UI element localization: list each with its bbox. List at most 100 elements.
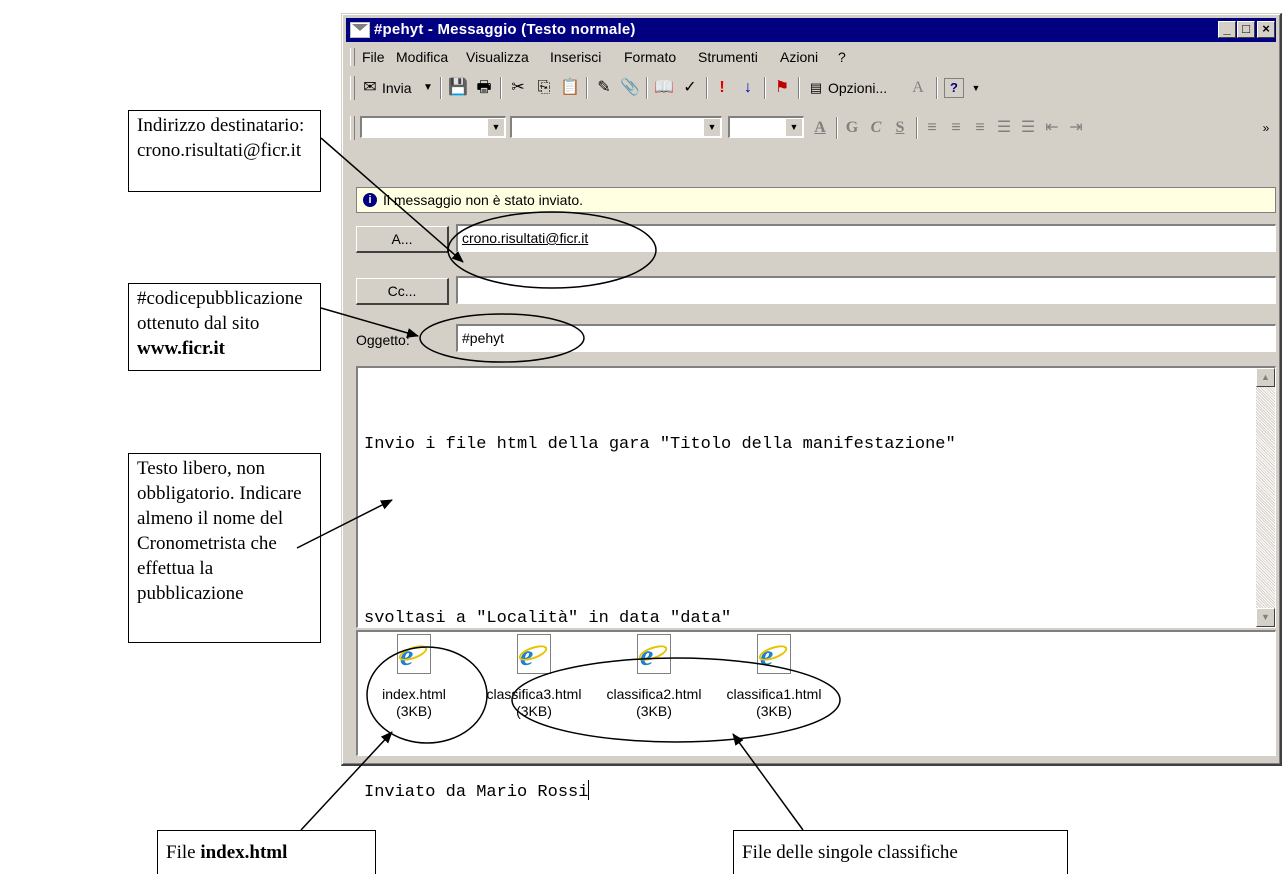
underline-button[interactable]: S (890, 118, 910, 138)
chevron-down-icon[interactable]: ▼ (488, 119, 504, 136)
menu-strumenti[interactable]: Strumenti (698, 49, 758, 65)
menu-azioni[interactable]: Azioni (780, 49, 818, 65)
chevron-down-icon[interactable]: ▼ (786, 119, 802, 136)
align-left-icon[interactable]: ≡ (922, 118, 942, 138)
toolbar-grip (350, 76, 355, 100)
font-combo[interactable]: ▼ (510, 116, 722, 138)
message-window: #pehyt - Messaggio (Testo normale) _ □ ×… (341, 13, 1282, 802)
ie-document-icon: e (636, 634, 671, 674)
freetext-annotation: Testo libero, non obbligatorio. Indicare… (128, 453, 321, 643)
font-color-icon[interactable]: A (810, 118, 830, 138)
menu-inserisci[interactable]: Inserisci (550, 49, 601, 65)
attachment-item[interactable]: e classifica1.html (3KB) (714, 634, 834, 720)
body-line: svoltasi a "Località" in data "data" (364, 609, 732, 628)
address-book-icon[interactable]: 📖 (654, 78, 674, 98)
scroll-up-icon[interactable]: ▲ (1256, 368, 1275, 387)
italic-button[interactable]: C (866, 118, 886, 138)
options-button[interactable]: Opzioni... (828, 80, 887, 96)
check-icon[interactable]: ✓ (680, 78, 700, 98)
to-button[interactable]: A... (356, 226, 449, 253)
window-title: #pehyt - Messaggio (Testo normale) (374, 21, 636, 38)
options-icon: ▤ (809, 80, 823, 95)
annotation-line: ottenuto dal sito (137, 313, 260, 334)
font-size-combo[interactable]: ▼ (728, 116, 804, 138)
send-button[interactable]: Invia (382, 80, 412, 96)
body-line (364, 517, 956, 546)
attach-icon[interactable]: 📎 (620, 78, 640, 98)
send-icon: ✉ (363, 79, 377, 96)
attachment-item[interactable]: e classifica2.html (3KB) (594, 634, 714, 720)
format-toolbar-grip (350, 116, 355, 140)
toolbar-separator (936, 77, 938, 99)
close-button[interactable]: × (1257, 21, 1275, 38)
maximize-button[interactable]: □ (1237, 21, 1255, 38)
annotation-line: almeno il nome del (137, 508, 284, 529)
menu-formato[interactable]: Formato (624, 49, 676, 65)
to-recipient[interactable]: crono.risultati@ficr.it (462, 230, 588, 246)
annotation-line: www.ficr.it (137, 338, 225, 359)
code-annotation: #codicepubblicazione ottenuto dal sito w… (128, 283, 321, 371)
subject-field[interactable]: #pehyt (456, 324, 1276, 352)
scroll-down-icon[interactable]: ▼ (1256, 608, 1275, 627)
toolbar-overflow-icon[interactable]: » (1256, 118, 1276, 138)
menu-help[interactable]: ? (838, 49, 846, 65)
copy-icon[interactable]: ⎘ (534, 78, 554, 98)
body-text[interactable]: Invio i file html della gara "Titolo del… (364, 372, 956, 865)
subject-label: Oggetto: (356, 332, 410, 348)
save-icon[interactable]: 💾 (448, 78, 468, 98)
align-right-icon[interactable]: ≡ (970, 118, 990, 138)
annotation-text: File (166, 842, 201, 863)
low-importance-icon[interactable]: ↓ (738, 78, 758, 98)
numbering-icon[interactable]: ☰ (1018, 118, 1038, 138)
help-dropdown-icon[interactable]: ▼ (966, 78, 986, 98)
attachment-item[interactable]: e classifica3.html (3KB) (474, 634, 594, 720)
to-field[interactable]: crono.risultati@ficr.it (456, 224, 1276, 252)
not-sent-infobar: i Il messaggio non è stato inviato. (356, 187, 1276, 213)
cut-icon[interactable]: ✂ (508, 78, 528, 98)
recipient-annotation: Indirizzo destinatario: crono.risultati@… (128, 110, 321, 192)
toolbar-separator (706, 77, 708, 99)
flag-icon[interactable]: ⚑ (772, 78, 792, 98)
minimize-button[interactable]: _ (1218, 21, 1236, 38)
attachment-size: (3KB) (516, 703, 552, 719)
font-size-icon[interactable]: A (908, 78, 928, 98)
attachment-item[interactable]: e index.html (3KB) (354, 634, 474, 720)
send-dropdown-icon[interactable]: ▼ (418, 78, 438, 98)
decrease-indent-icon[interactable]: ⇤ (1042, 118, 1062, 138)
print-icon[interactable]: 🖶 (474, 78, 494, 98)
chevron-down-icon[interactable]: ▼ (704, 119, 720, 136)
title-bar[interactable]: #pehyt - Messaggio (Testo normale) _ □ × (346, 18, 1276, 42)
annotation-line: Cronometrista che (137, 533, 277, 554)
cc-field[interactable] (456, 276, 1276, 304)
ie-document-icon: e (516, 634, 551, 674)
check-names-icon[interactable]: ✎ (594, 78, 614, 98)
toolbar-separator (836, 117, 838, 139)
standard-toolbar: ✉ Invia ▼ 💾 🖶 ✂ ⎘ 📋 ✎ 📎 📖 ✓ ! ↓ ⚑ ▤ Opzi… (348, 72, 1274, 104)
message-body[interactable]: Invio i file html della gara "Titolo del… (356, 366, 1276, 802)
infobar-text: Il messaggio non è stato inviato. (383, 192, 584, 208)
align-center-icon[interactable]: ≡ (946, 118, 966, 138)
paste-icon[interactable]: 📋 (560, 78, 580, 98)
menu-modifica[interactable]: Modifica (396, 49, 448, 65)
toolbar-separator (916, 117, 918, 139)
annotation-line: effettua la pubblicazione (137, 558, 244, 604)
bullets-icon[interactable]: ☰ (994, 118, 1014, 138)
menu-file[interactable]: File (362, 49, 385, 65)
increase-indent-icon[interactable]: ⇥ (1066, 118, 1086, 138)
attachment-size: (3KB) (756, 703, 792, 719)
cc-button[interactable]: Cc... (356, 278, 449, 305)
high-importance-icon[interactable]: ! (712, 78, 732, 98)
help-icon[interactable]: ? (944, 78, 964, 98)
ie-document-icon: e (396, 634, 431, 674)
style-combo[interactable]: ▼ (360, 116, 506, 138)
vertical-scrollbar[interactable]: ▲ ▼ (1256, 368, 1275, 627)
attachment-name: classifica1.html (726, 686, 822, 702)
formatting-toolbar: ▼ ▼ ▼ A G C S ≡ ≡ ≡ ☰ ☰ ⇤ ⇥ » (348, 112, 1274, 144)
ie-document-icon: e (756, 634, 791, 674)
bold-button[interactable]: G (842, 118, 862, 138)
menu-visualizza[interactable]: Visualizza (466, 49, 529, 65)
attachment-name: classifica3.html (486, 686, 582, 702)
classifiche-annotation: File delle singole classifiche (733, 830, 1068, 874)
annotation-text: File delle singole classifiche (742, 842, 958, 863)
annotation-line: #codicepubblicazione (137, 288, 303, 309)
